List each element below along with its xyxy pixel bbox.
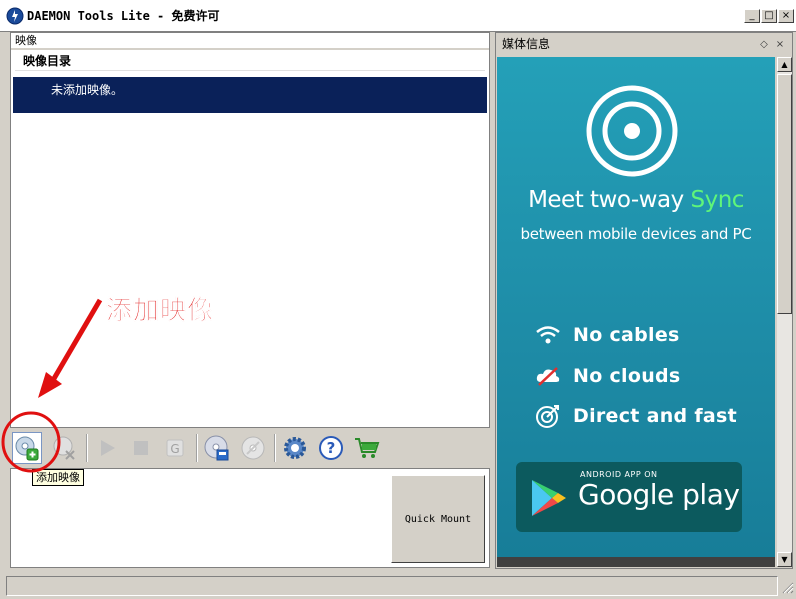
help-button[interactable]: ? [316,432,346,464]
stop-icon [134,441,148,455]
window-title: DAEMON Tools Lite - 免费许可 [27,9,220,23]
google-play-icon [532,480,566,516]
remove-image-button[interactable] [50,432,80,464]
title-bar: DAEMON Tools Lite - 免费许可 _ □ × [0,0,796,32]
feature-no-clouds: No clouds [533,363,681,389]
minimize-button[interactable]: _ [744,9,760,23]
shopping-cart-icon [355,438,380,458]
scroll-up-arrow-icon[interactable]: ▲ [777,57,792,72]
image-catalog-title[interactable]: 映像目录 [11,50,489,72]
toolbar-separator [86,434,88,462]
close-button[interactable]: × [778,9,794,23]
feature-no-cables: No cables [533,322,680,348]
feature-direct-fast: Direct and fast [533,403,737,429]
media-panel-scrollbar[interactable]: ▲ ▼ [777,57,792,567]
images-panel: 映像 映像目录 未添加映像。 [10,32,490,428]
disc-drive-icon [241,436,265,460]
feature-label: No clouds [573,365,681,387]
image-catalog-empty-row[interactable]: 未添加映像。 [13,77,487,113]
media-info-header: 媒体信息 ◇ × [496,33,792,55]
ad-banner[interactable]: Meet two-way Sync between mobile devices… [497,57,775,557]
add-scsi-drive-button[interactable] [238,432,268,464]
target-icon [533,404,563,428]
media-info-title: 媒体信息 [502,37,551,51]
scrollbar-thumb[interactable] [777,74,792,314]
scroll-down-arrow-icon[interactable]: ▼ [777,552,792,567]
annotation-label: 添加映像 [106,296,215,327]
maximize-button[interactable]: □ [761,9,777,23]
google-play-badge[interactable]: ANDROID APP ON Google play [516,462,742,532]
remove-image-icon [53,436,75,460]
ad-subtitle: between mobile devices and PC [520,225,752,243]
ad-title: Meet two-way Sync [497,187,775,213]
svg-text:G: G [170,442,179,456]
toolbar: G ? [6,428,490,468]
media-info-panel: 媒体信息 ◇ × Meet two-way Sync between mobil… [495,32,793,569]
play-icon [101,440,115,456]
unmount-button[interactable] [126,432,156,464]
add-image-button[interactable] [12,432,42,464]
resize-grip-icon[interactable] [780,580,794,594]
grab-button[interactable]: G [160,432,190,464]
svg-text:?: ? [327,439,336,457]
gear-icon [284,437,306,459]
add-image-icon [15,436,39,461]
virtual-drive-icon [204,435,229,461]
daemon-tools-logo-icon [6,7,24,25]
buy-button[interactable] [352,432,382,464]
badge-big-text: Google play [578,478,740,511]
feature-label: Direct and fast [573,405,738,427]
add-dt-drive-button[interactable] [202,432,232,464]
wifi-icon [533,323,563,347]
images-panel-header: 映像 [11,33,489,50]
ad-title-accent: Sync [690,187,745,213]
ad-bottom-bar [497,557,775,567]
toolbar-separator [274,434,276,462]
preferences-button[interactable] [280,432,310,464]
grab-icon: G [166,439,184,457]
no-cloud-icon [533,364,563,388]
toolbar-separator [196,434,198,462]
panel-toggle-icon[interactable]: ◇ [758,39,770,51]
mount-button[interactable] [92,432,122,464]
add-image-tooltip: 添加映像 [32,469,84,486]
help-icon: ? [319,436,343,460]
status-bar [6,576,778,596]
ad-title-main: Meet two-way [528,187,691,213]
feature-label: No cables [573,324,680,346]
panel-close-icon[interactable]: × [774,39,786,51]
sync-app-logo-icon [586,85,678,177]
quick-mount-button[interactable]: Quick Mount [391,475,485,563]
empty-message: 未添加映像。 [51,83,124,97]
